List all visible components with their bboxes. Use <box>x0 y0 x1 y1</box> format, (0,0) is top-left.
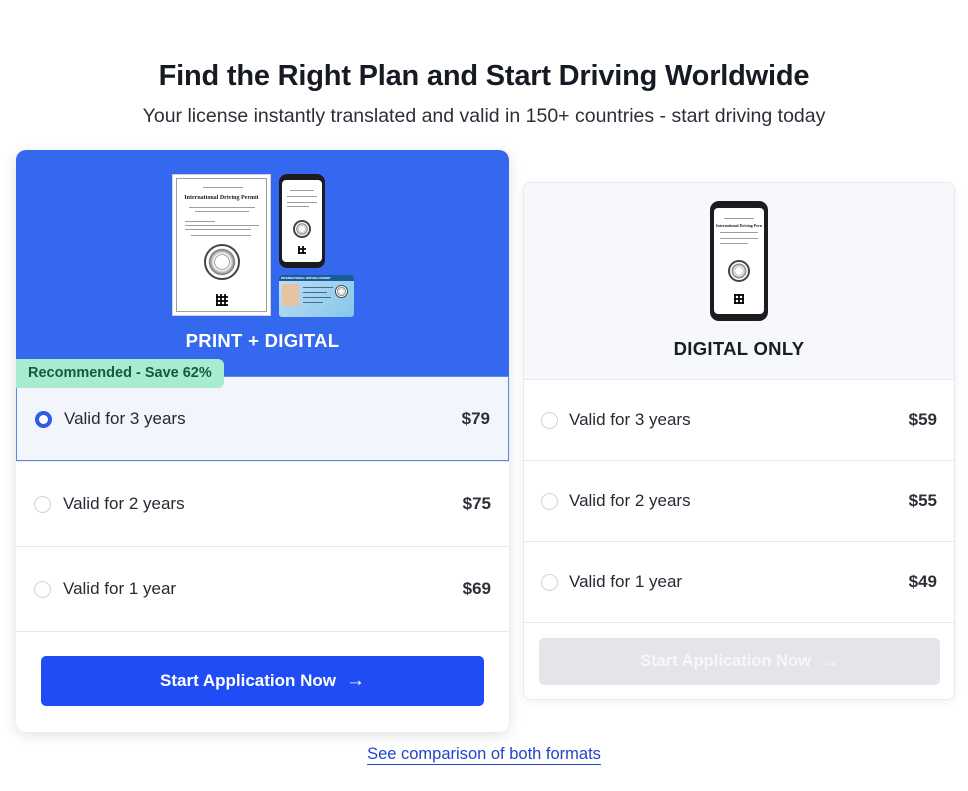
qr-code-icon <box>216 294 228 306</box>
option-label: Valid for 2 years <box>569 491 691 510</box>
plan-title: PRINT + DIGITAL <box>185 330 340 351</box>
qr-code-icon <box>734 294 744 304</box>
id-card-title: INTERNATIONAL DRIVING PERMIT <box>281 276 331 280</box>
start-application-button-disabled: Start Application Now → <box>539 638 940 685</box>
option-divider <box>16 631 509 632</box>
radio-button-selected[interactable] <box>35 410 52 428</box>
plan-banner: International Driving Permit DIGITAL ONL… <box>524 183 954 379</box>
plan-banner: International Driving Permit INTERNATION… <box>16 150 509 376</box>
option-price: $59 <box>908 410 937 429</box>
plan-option-1-year[interactable]: Valid for 1 year $69 <box>16 546 509 631</box>
recommended-badge: Recommended - Save 62% <box>16 359 224 388</box>
radio-button[interactable] <box>541 412 558 429</box>
paper-permit-image: International Driving Permit <box>172 174 271 316</box>
option-price: $69 <box>462 579 491 598</box>
qr-code-icon <box>298 246 306 254</box>
radio-button[interactable] <box>541 493 558 510</box>
radio-button[interactable] <box>34 496 51 513</box>
radio-button[interactable] <box>541 574 558 591</box>
arrow-right-icon: → <box>346 670 365 691</box>
id-card-image: INTERNATIONAL DRIVING PERMIT <box>279 275 354 317</box>
option-label: Valid for 1 year <box>569 572 683 591</box>
option-label: Valid for 2 years <box>63 494 185 513</box>
option-price: $75 <box>462 494 491 513</box>
option-price: $49 <box>908 572 937 591</box>
phone-permit-title: International Driving Permit <box>716 223 762 228</box>
option-label: Valid for 1 year <box>63 579 177 598</box>
button-label: Start Application Now <box>640 652 811 670</box>
option-label: Valid for 3 years <box>569 410 691 429</box>
plan-option-2-years[interactable]: Valid for 2 years $55 <box>524 460 954 541</box>
globe-seal-icon <box>293 220 311 238</box>
globe-seal-icon <box>335 285 348 298</box>
plan-card-print-digital[interactable]: International Driving Permit INTERNATION… <box>16 150 509 732</box>
globe-seal-icon <box>728 260 750 282</box>
option-divider <box>524 622 954 623</box>
plan-option-3-years[interactable]: Valid for 3 years $79 <box>16 376 509 461</box>
option-price: $79 <box>461 408 490 428</box>
option-price: $55 <box>908 491 937 510</box>
start-application-button[interactable]: Start Application Now → <box>41 656 484 706</box>
radio-button[interactable] <box>34 581 51 598</box>
option-label: Valid for 3 years <box>64 408 186 428</box>
plan-option-1-year[interactable]: Valid for 1 year $49 <box>524 541 954 622</box>
compare-formats-link[interactable]: See comparison of both formats <box>367 745 601 765</box>
phone-permit-image <box>279 174 325 268</box>
page-title: Find the Right Plan and Start Driving Wo… <box>158 60 810 92</box>
arrow-right-icon: → <box>820 651 839 671</box>
plan-option-3-years[interactable]: Valid for 3 years $59 <box>524 379 954 460</box>
phone-permit-image: International Driving Permit <box>710 201 768 321</box>
plan-title: DIGITAL ONLY <box>673 338 805 359</box>
plan-card-digital-only[interactable]: International Driving Permit DIGITAL ONL… <box>523 182 955 700</box>
paper-permit-title: International Driving Permit <box>184 195 259 201</box>
plan-option-2-years[interactable]: Valid for 2 years $75 <box>16 461 509 546</box>
compare-formats-link-row: See comparison of both formats <box>0 745 968 765</box>
page-subtitle: Your license instantly translated and va… <box>142 105 826 127</box>
globe-seal-icon <box>204 244 240 280</box>
button-label: Start Application Now <box>160 671 336 690</box>
